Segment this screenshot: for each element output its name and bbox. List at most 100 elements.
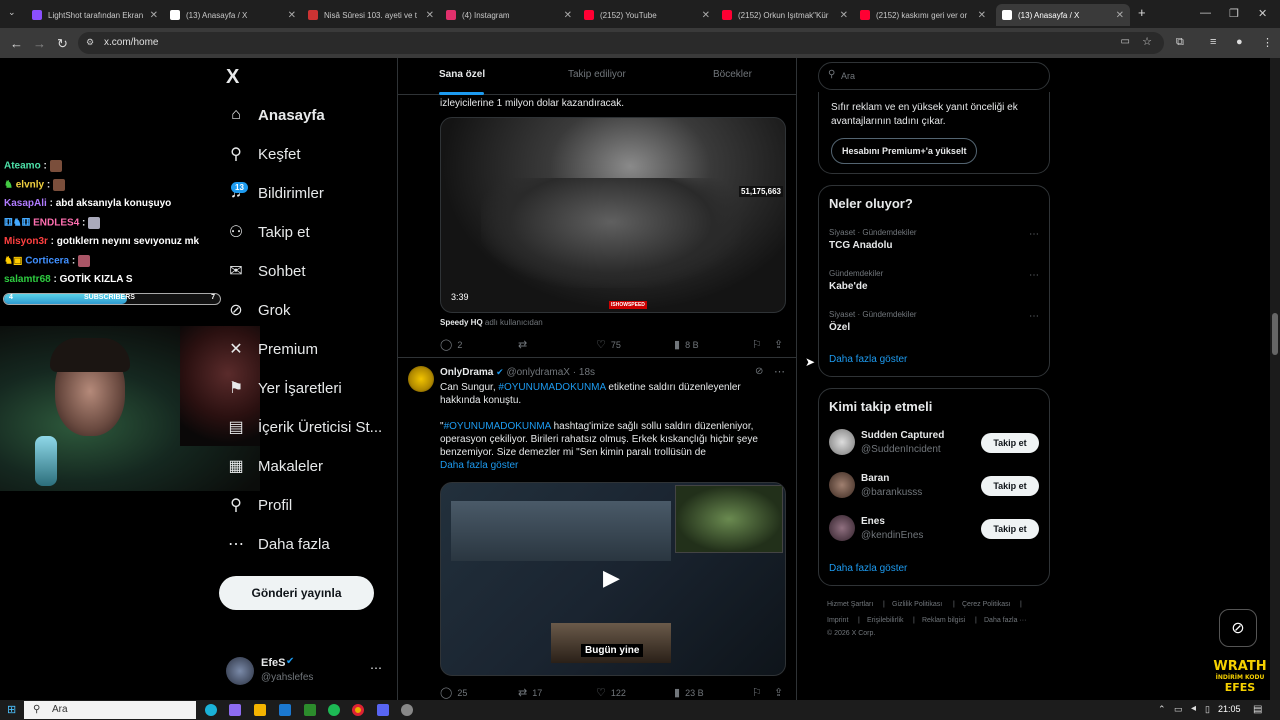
author-name[interactable]: OnlyDrama [440, 367, 493, 378]
bookmark-button[interactable]: ⚐ [752, 686, 767, 699]
browser-menu-icon[interactable]: ⋮ [1262, 36, 1273, 49]
reply-button[interactable]: ◯ 25 [440, 686, 467, 699]
views-button[interactable]: ▮ 8 B [674, 338, 699, 351]
tweet[interactable]: OnlyDrama ✔ @onlydramaX · 18s ⊘ ⋯ Can Su… [398, 358, 796, 700]
tab-following[interactable]: Takip ediliyor [568, 69, 626, 80]
nav-item-explore[interactable]: ⚲ Keşfet [226, 139, 300, 169]
tab-bugs[interactable]: Böcekler [713, 69, 752, 80]
copilot-icon[interactable] [229, 704, 241, 716]
browser-tab-active[interactable]: (13) Anasayfa / X ✕ [996, 4, 1130, 26]
settings-icon[interactable] [401, 704, 413, 716]
footer-link[interactable]: Hizmet Şartları [827, 601, 873, 608]
trend-item[interactable]: Gündemdekiler Kabe'de ⋯ [819, 267, 1049, 303]
bookmark-star-icon[interactable]: ☆ [1142, 35, 1152, 48]
tray-chevron-icon[interactable]: ⌃ [1158, 704, 1166, 715]
follow-button[interactable]: Takip et [981, 433, 1039, 453]
tab-close-icon[interactable]: ✕ [1116, 10, 1124, 21]
tab-close-icon[interactable]: ✕ [288, 10, 296, 21]
address-bar[interactable]: ⚙ x.com/home ▭ ☆ [78, 32, 1164, 54]
follow-button[interactable]: Takip et [981, 476, 1039, 496]
nav-item-creator-studio[interactable]: ▤ İçerik Üreticisi St... [226, 412, 382, 442]
tweet-more-icon[interactable]: ⋯ [774, 365, 785, 378]
author-handle[interactable]: @onlydramaX [506, 367, 570, 378]
footer-link[interactable]: Erişilebilirlik [867, 617, 904, 624]
tweet-video[interactable]: 51,175,663 3:39 ISHOWSPEED [440, 117, 786, 313]
tweet-time[interactable]: 18s [579, 367, 595, 378]
tab-for-you[interactable]: Sana özel [439, 69, 485, 80]
battery-icon[interactable]: ▯ [1205, 704, 1210, 715]
trend-item[interactable]: Siyaset · Gündemdekiler TCG Anadolu ⋯ [819, 226, 1049, 262]
play-icon[interactable]: ▶ [603, 565, 620, 591]
like-button[interactable]: ♡ 75 [596, 338, 621, 351]
share-button[interactable]: ⇪ [774, 686, 788, 699]
scrollbar-thumb[interactable] [1272, 313, 1278, 355]
extensions-icon[interactable]: ⧉ [1176, 36, 1184, 49]
views-button[interactable]: ▮ 23 B [674, 686, 704, 699]
tab-close-icon[interactable]: ✕ [426, 10, 434, 21]
account-switcher[interactable]: EfeS ✔ @yahslefes ⋯ [226, 655, 386, 687]
browser-tab[interactable]: (2152) Orkun Işıtmak"Kür ✕ [716, 4, 854, 26]
browser-tab[interactable]: (2152) YouTube ✕ [578, 4, 716, 26]
share-button[interactable]: ⇪ [774, 338, 788, 351]
reply-button[interactable]: ◯ 2 [440, 338, 462, 351]
store-icon[interactable] [254, 704, 266, 716]
forward-icon[interactable]: → [33, 36, 46, 51]
spotify-icon[interactable] [328, 704, 340, 716]
volume-icon[interactable]: ◂ [1191, 703, 1196, 714]
follow-suggestion[interactable]: Sudden Captured @SuddenIncident Takip et [819, 427, 1049, 461]
account-more-icon[interactable]: ⋯ [370, 661, 382, 675]
browser-tab[interactable]: (2152) kaskımı geri ver or ✕ [854, 4, 992, 26]
media-icon[interactable]: ≡ [1210, 36, 1216, 48]
video-source[interactable]: Speedy HQ adlı kullanıcıdan [440, 318, 543, 327]
follow-suggestion[interactable]: Baran @barankusss Takip et [819, 470, 1049, 504]
x-logo[interactable]: X [226, 66, 239, 89]
minimize-icon[interactable]: — [1200, 7, 1211, 19]
nav-item-grok[interactable]: ⊘ Grok [226, 295, 290, 325]
page-scrollbar[interactable] [1270, 58, 1280, 700]
trend-more-icon[interactable]: ⋯ [1029, 311, 1039, 322]
edge-icon[interactable] [205, 704, 217, 716]
profile-avatar-icon[interactable]: ● [1236, 36, 1243, 48]
grok-float-button[interactable]: ⊘ [1219, 609, 1257, 647]
grok-icon[interactable]: ⊘ [755, 366, 763, 377]
nav-item-bookmarks[interactable]: ⚑ Yer İşaretleri [226, 373, 342, 403]
nav-item-profile[interactable]: ⚲ Profil [226, 490, 292, 520]
tab-search-icon[interactable]: ⌄ [8, 7, 16, 18]
nav-item-chat[interactable]: ✉ Sohbet [226, 256, 305, 286]
discord-icon[interactable] [377, 704, 389, 716]
tab-close-icon[interactable]: ✕ [840, 10, 848, 21]
nav-item-home[interactable]: ⌂ Anasayfa [226, 100, 325, 130]
close-window-icon[interactable]: ✕ [1258, 7, 1267, 20]
clock[interactable]: 21:05 [1218, 704, 1241, 714]
premium-upgrade-button[interactable]: Hesabını Premium+'a yükselt [831, 138, 978, 164]
footer-link[interactable]: Imprint [827, 617, 848, 624]
nav-item-follow[interactable]: ⚇ Takip et [226, 217, 310, 247]
nav-item-more[interactable]: ⋯ Daha fazla [226, 529, 330, 559]
like-button[interactable]: ♡ 122 [596, 686, 626, 699]
browser-tab[interactable]: Nisâ Sûresi 103. ayeti ve t ✕ [302, 4, 440, 26]
footer-link[interactable]: Daha fazla ··· [984, 617, 1026, 624]
restore-icon[interactable]: ❐ [1229, 7, 1239, 20]
hashtag-link[interactable]: #OYUNUMADOKUNMA [498, 382, 605, 393]
reload-icon[interactable]: ↻ [57, 36, 68, 52]
network-icon[interactable]: ▭ [1174, 704, 1183, 715]
mail-app-icon[interactable] [279, 704, 291, 716]
trends-show-more-link[interactable]: Daha fazla göster [829, 354, 907, 365]
trend-more-icon[interactable]: ⋯ [1029, 229, 1039, 240]
trend-more-icon[interactable]: ⋯ [1029, 270, 1039, 281]
retweet-button[interactable]: ⇄ 17 [518, 686, 542, 699]
nav-item-premium[interactable]: ✕ Premium [226, 334, 318, 364]
tweet[interactable]: izleyicilerine 1 milyon dolar kazandırac… [398, 95, 796, 358]
tab-close-icon[interactable]: ✕ [150, 10, 158, 21]
notifications-icon[interactable]: ▤ [1253, 704, 1262, 715]
xbox-icon[interactable] [304, 704, 316, 716]
retweet-button[interactable]: ⇄ [518, 338, 532, 351]
tab-close-icon[interactable]: ✕ [978, 10, 986, 21]
browser-tab[interactable]: (13) Anasayfa / X ✕ [164, 4, 302, 26]
site-info-icon[interactable]: ⚙ [86, 37, 94, 48]
avatar[interactable] [408, 366, 434, 392]
tab-close-icon[interactable]: ✕ [702, 10, 710, 21]
tweet-video[interactable]: ▶ Bugün yine [440, 482, 786, 676]
taskbar-search[interactable]: ⚲ Ara [24, 701, 196, 719]
chrome-icon[interactable] [352, 704, 364, 716]
